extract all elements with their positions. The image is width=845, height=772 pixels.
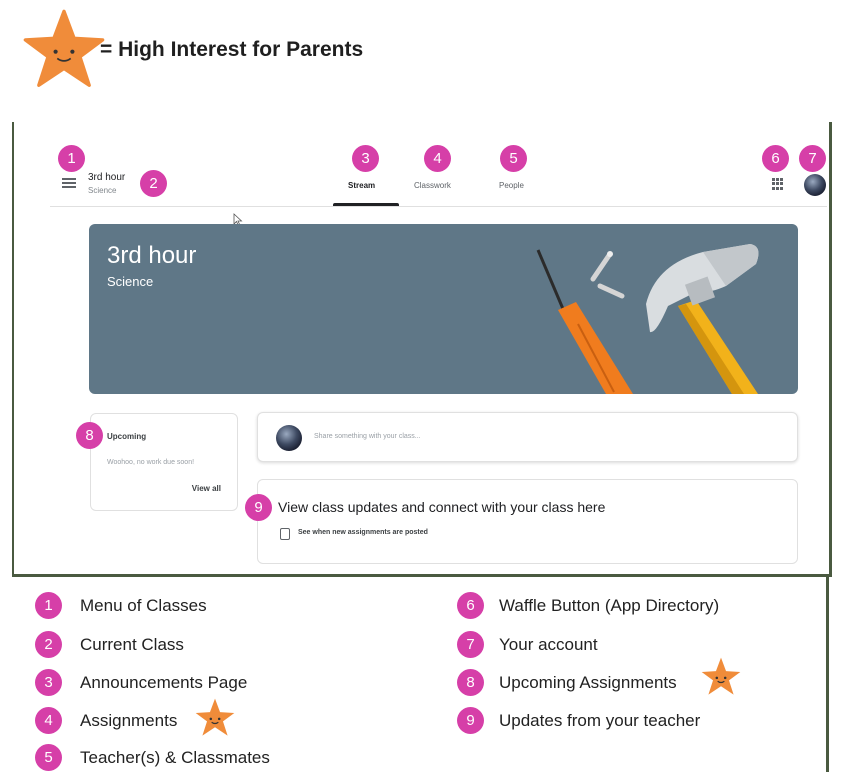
legend-label-5: Teacher(s) & Classmates (80, 748, 270, 767)
legend-label-4: Assignments (80, 711, 178, 730)
updates-card: View class updates and connect with your… (257, 479, 798, 564)
callout-badge-3: 3 (352, 145, 379, 172)
legend-badge-6: 6 (457, 592, 484, 619)
upcoming-empty-text: Woohoo, no work due soon! (107, 459, 195, 466)
share-box[interactable]: Share something with your class... (257, 412, 798, 462)
menu-icon[interactable] (62, 178, 76, 188)
tab-people[interactable]: People (499, 181, 524, 190)
class-banner: 3rd hour Science (89, 224, 798, 394)
legend-badge-9: 9 (457, 707, 484, 734)
header-divider (50, 206, 827, 207)
callout-badge-7: 7 (799, 145, 826, 172)
legend-label-1: Menu of Classes (80, 596, 207, 615)
callout-badge-9: 9 (245, 494, 272, 521)
legend-badge-2: 2 (35, 631, 62, 658)
legend-label-7: Your account (499, 635, 598, 654)
share-input[interactable]: Share something with your class... (314, 433, 421, 440)
legend-label-9: Updates from your teacher (499, 711, 701, 730)
tab-stream[interactable]: Stream (348, 181, 375, 190)
waffle-icon[interactable] (772, 178, 784, 190)
legend-label-2: Current Class (80, 635, 184, 654)
tools-illustration (536, 244, 759, 394)
callout-badge-2: 2 (140, 170, 167, 197)
class-name[interactable]: 3rd hour (88, 172, 125, 183)
upcoming-title: Upcoming (107, 432, 147, 441)
legend-label-6: Waffle Button (App Directory) (499, 596, 720, 615)
callout-badge-8: 8 (76, 422, 103, 449)
callout-badge-1: 1 (58, 145, 85, 172)
legend-badge-7: 7 (457, 631, 484, 658)
class-subject: Science (88, 186, 117, 195)
assignment-icon (280, 528, 290, 540)
legend-label-8: Upcoming Assignments (499, 673, 677, 692)
account-avatar[interactable] (804, 174, 826, 196)
banner-title: 3rd hour (107, 242, 197, 269)
legend-badge-5: 5 (35, 744, 62, 771)
callout-badge-5: 5 (500, 145, 527, 172)
legend-title: = High Interest for Parents (100, 38, 364, 61)
user-avatar (276, 425, 302, 451)
updates-headline: View class updates and connect with your… (278, 499, 606, 515)
legend-badge-1: 1 (35, 592, 62, 619)
updates-subtext: See when new assignments are posted (298, 529, 428, 536)
callout-badge-6: 6 (762, 145, 789, 172)
star-face-icon (701, 657, 741, 695)
legend-badge-8: 8 (457, 669, 484, 696)
callout-badge-4: 4 (424, 145, 451, 172)
star-face-icon (23, 9, 105, 87)
legend-label-3: Announcements Page (80, 673, 248, 692)
legend-badge-3: 3 (35, 669, 62, 696)
legend-badge-4: 4 (35, 707, 62, 734)
frame-divider (12, 574, 832, 577)
upcoming-card: Upcoming Woohoo, no work due soon! View … (90, 413, 238, 511)
banner-subtitle: Science (107, 274, 154, 289)
frame-edge (826, 577, 829, 772)
view-all-link[interactable]: View all (192, 484, 221, 493)
star-face-icon (195, 698, 235, 736)
tab-classwork[interactable]: Classwork (414, 181, 451, 190)
